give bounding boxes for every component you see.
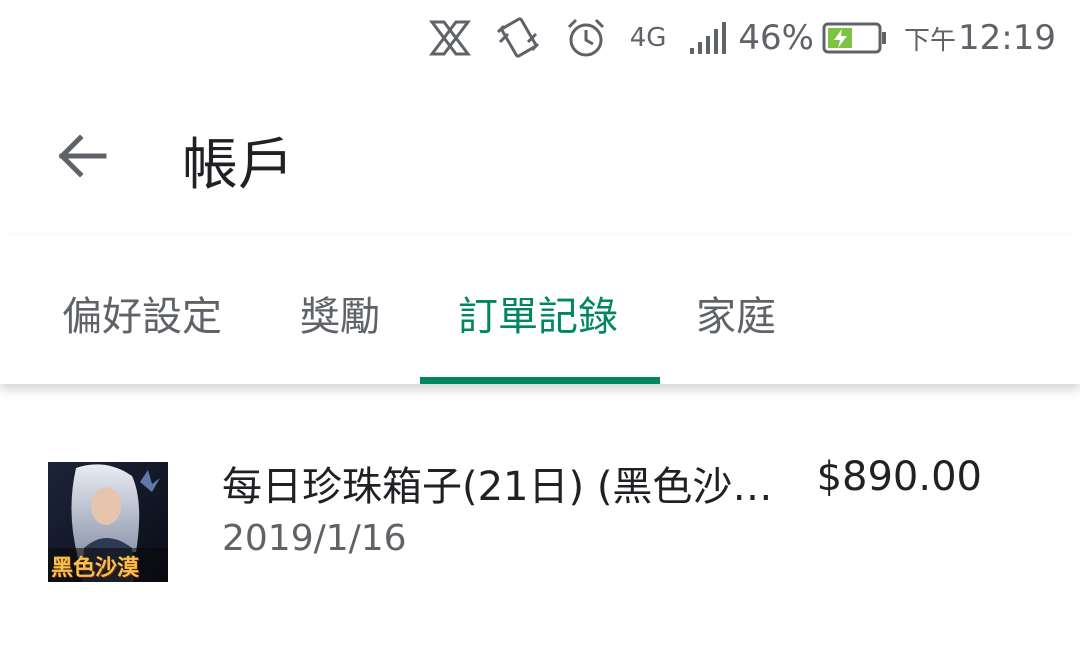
tab-order-history[interactable]: 訂單記錄 xyxy=(458,284,618,342)
page-title: 帳戶 xyxy=(182,133,294,198)
order-list: 黑色沙漠 每日珍珠箱子(21日) (黑色沙漠 MOBILE) $890.00 2… xyxy=(0,384,1080,658)
tab-bar: 偏好設定 獎勵 訂單記錄 家庭 xyxy=(0,236,1080,384)
tab-rewards[interactable]: 獎勵 xyxy=(300,284,380,342)
arrow-back-icon xyxy=(58,134,107,178)
x-app-icon xyxy=(428,18,472,58)
order-price: $890.00 xyxy=(816,454,982,500)
alarm-icon xyxy=(564,16,608,60)
status-bar: 4G 46% 下午 12:19 xyxy=(0,0,1080,76)
app-icon: 黑色沙漠 xyxy=(48,462,168,582)
battery-charging-icon xyxy=(822,21,888,55)
order-title: 每日珍珠箱子(21日) (黑色沙漠 MOBILE) xyxy=(222,464,802,510)
signal-icon xyxy=(688,20,728,56)
back-button[interactable] xyxy=(52,126,112,186)
app-icon-caption: 黑色沙漠 xyxy=(51,556,140,581)
order-date: 2019/1/16 xyxy=(222,518,407,559)
network-4g-icon: 4G xyxy=(630,23,667,53)
clock: 下午 12:19 xyxy=(904,18,1056,58)
network-label: 4G xyxy=(629,23,667,53)
active-tab-indicator xyxy=(420,377,660,384)
battery-percent: 46% xyxy=(738,18,814,58)
vibrate-icon xyxy=(494,16,542,60)
tab-preferences[interactable]: 偏好設定 xyxy=(62,284,222,342)
tab-family[interactable]: 家庭 xyxy=(696,284,776,342)
list-item[interactable]: 黑色沙漠 每日珍珠箱子(21日) (黑色沙漠 MOBILE) $890.00 2… xyxy=(0,442,1080,592)
app-bar: 帳戶 xyxy=(0,76,1080,236)
